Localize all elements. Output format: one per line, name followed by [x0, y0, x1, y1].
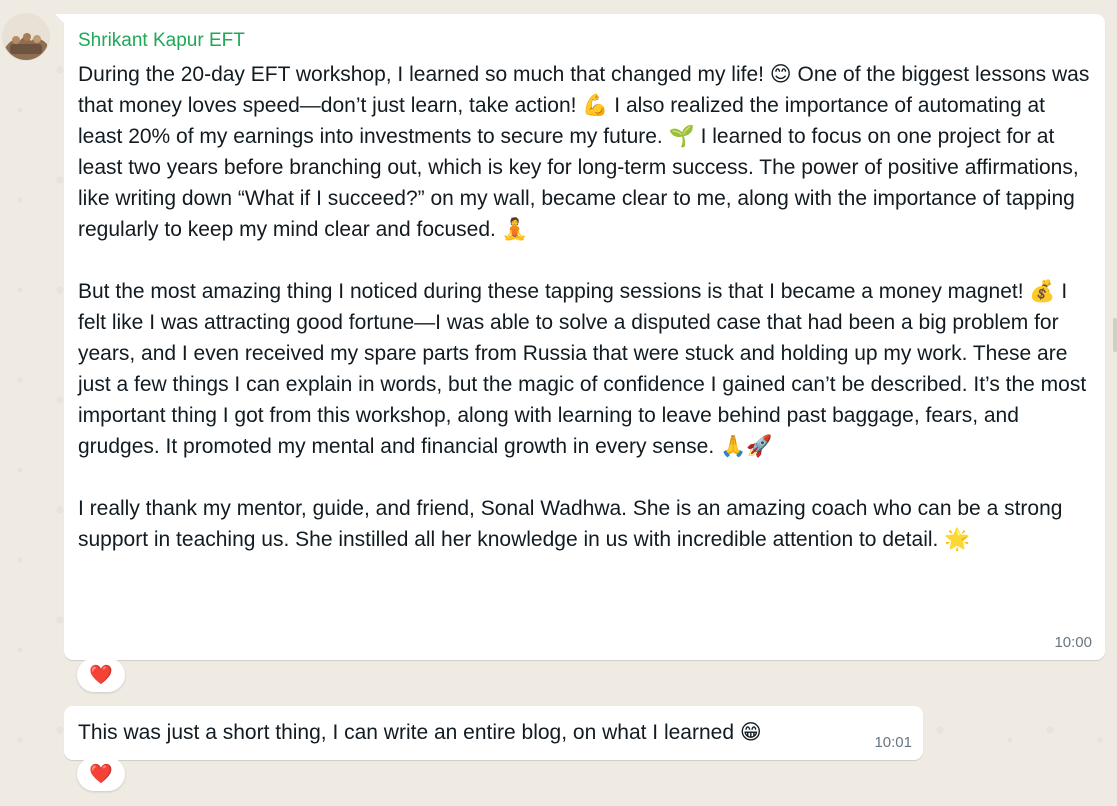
message-paragraph-1: During the 20-day EFT workshop, I learne… — [78, 63, 1096, 241]
message-text: During the 20-day EFT workshop, I learne… — [78, 59, 1093, 555]
message-timestamp: 10:00 — [1054, 634, 1092, 651]
heart-reaction-badge[interactable]: ❤️ — [77, 757, 125, 791]
message-paragraph-2: But the most amazing thing I noticed dur… — [78, 280, 1093, 458]
message-text: This was just a short thing, I can write… — [78, 721, 762, 744]
heart-icon: ❤️ — [89, 764, 113, 785]
sender-name[interactable]: Shrikant Kapur EFT — [78, 29, 245, 53]
heart-reaction-badge[interactable]: ❤️ — [77, 658, 125, 692]
message-paragraph-3: I really thank my mentor, guide, and fri… — [78, 497, 1069, 551]
message-timestamp: 10:01 — [874, 734, 912, 751]
sender-avatar[interactable] — [3, 14, 49, 60]
avatar-photo-icon — [3, 14, 49, 60]
heart-icon: ❤️ — [89, 665, 113, 686]
scrollbar-thumb[interactable] — [1113, 318, 1117, 352]
message-bubble[interactable]: This was just a short thing, I can write… — [64, 706, 923, 760]
message-bubble[interactable]: Shrikant Kapur EFT During the 20-day EFT… — [64, 14, 1105, 660]
